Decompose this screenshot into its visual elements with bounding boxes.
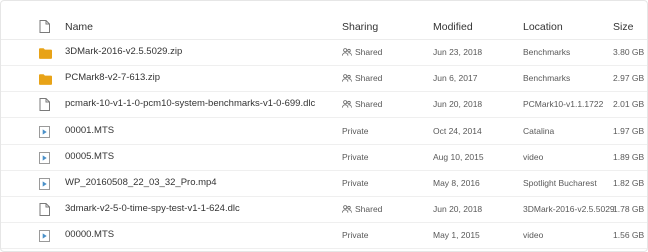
file-row[interactable]: 00005.MTS Private Aug 10, 2015 video 1.8… (1, 144, 647, 171)
sharing-status: Shared (342, 65, 382, 91)
sharing-label: Shared (355, 204, 383, 215)
file-size: 3.80 GB (613, 47, 645, 57)
file-list-panel: Name Sharing Modified Location Size 3DMa… (0, 0, 648, 252)
column-header-sharing[interactable]: Sharing (342, 21, 378, 33)
sharing-status: Private (342, 118, 368, 144)
file-location[interactable]: video (523, 222, 543, 248)
file-name[interactable]: 3DMark-2016-v2.5.5029.zip (65, 39, 182, 65)
document-icon (39, 98, 52, 112)
document-icon (39, 203, 52, 217)
shared-people-icon (342, 74, 352, 82)
file-row[interactable]: 00000.MTS Private May 1, 2015 video 1.56… (1, 222, 647, 250)
sharing-label: Shared (355, 73, 383, 84)
file-location[interactable]: 3DMark-2016-v2.5.5029 (523, 196, 615, 222)
modified-date: Jun 20, 2018 (433, 204, 483, 215)
sharing-label: Private (342, 230, 369, 241)
sharing-label: Shared (355, 99, 383, 110)
sharing-label: Private (342, 125, 369, 136)
file-location[interactable]: PCMark10-v1.1.1722 (523, 91, 603, 117)
file-name[interactable]: WP_20160508_22_03_32_Pro.mp4 (65, 170, 217, 196)
sharing-status: Private (342, 170, 368, 196)
file-size: 2.97 GB (613, 73, 645, 84)
file-name[interactable]: PCMark8-v2-7-613.zip (65, 65, 160, 91)
file-size: 1.97 GB (613, 125, 645, 136)
column-header-name[interactable]: Name (65, 21, 93, 33)
column-header-modified[interactable]: Modified (433, 21, 473, 33)
sharing-label: Private (342, 151, 369, 162)
sharing-status: Shared (342, 196, 382, 222)
modified-date: May 8, 2016 (433, 178, 480, 188)
file-name[interactable]: 3dmark-v2-5-0-time-spy-test-v1-1-624.dlc (65, 196, 240, 222)
file-list-header: Name Sharing Modified Location Size (1, 1, 647, 40)
sharing-status: Shared (342, 91, 382, 117)
sharing-status: Shared (342, 39, 382, 65)
file-location[interactable]: Catalina (523, 118, 554, 144)
modified-date: May 1, 2015 (433, 230, 480, 241)
video-file-icon (39, 177, 52, 190)
file-type-header-icon[interactable] (39, 20, 52, 33)
column-header-location[interactable]: Location (523, 21, 563, 33)
file-size: 1.56 GB (613, 230, 645, 241)
shared-people-icon (342, 205, 352, 213)
shared-people-icon (342, 48, 352, 56)
file-size: 1.89 GB (613, 151, 645, 162)
file-size: 2.01 GB (613, 99, 645, 110)
modified-date: Jun 20, 2018 (433, 99, 483, 110)
file-row[interactable]: 00001.MTS Private Oct 24, 2014 Catalina … (1, 118, 647, 145)
file-row[interactable]: pcmark-10-v1-1-0-pcm10-system-benchmarks… (1, 91, 647, 119)
column-header-size[interactable]: Size (613, 21, 633, 33)
file-location[interactable]: video (523, 144, 543, 170)
file-size: 1.78 GB (613, 204, 645, 215)
video-file-icon (39, 125, 52, 138)
video-file-icon (39, 229, 52, 243)
file-row[interactable]: PCMark8-v2-7-613.zip Shared Jun 6, 2017 … (1, 65, 647, 93)
file-name[interactable]: 00000.MTS (65, 222, 114, 248)
sharing-label: Shared (355, 47, 383, 57)
file-name[interactable]: 00005.MTS (65, 144, 114, 170)
file-name[interactable]: 00001.MTS (65, 118, 114, 144)
file-row[interactable]: 3dmark-v2-5-0-time-spy-test-v1-1-624.dlc… (1, 196, 647, 224)
file-size: 1.82 GB (613, 178, 645, 188)
file-location[interactable]: Benchmarks (523, 65, 570, 91)
video-file-icon (39, 151, 52, 164)
sharing-status: Private (342, 222, 368, 248)
sharing-status: Private (342, 144, 368, 170)
file-row[interactable]: 3DMark-2016-v2.5.5029.zip Shared Jun 23,… (1, 39, 647, 66)
file-row[interactable]: WP_20160508_22_03_32_Pro.mp4 Private May… (1, 170, 647, 197)
modified-date: Jun 23, 2018 (433, 47, 483, 57)
modified-date: Aug 10, 2015 (433, 151, 484, 162)
sharing-label: Private (342, 178, 369, 188)
folder-zip-icon (39, 72, 52, 85)
modified-date: Oct 24, 2014 (433, 125, 482, 136)
modified-date: Jun 6, 2017 (433, 73, 478, 84)
file-location[interactable]: Benchmarks (523, 39, 570, 65)
shared-people-icon (342, 100, 352, 109)
folder-zip-icon (39, 46, 52, 59)
file-name[interactable]: pcmark-10-v1-1-0-pcm10-system-benchmarks… (65, 91, 315, 117)
file-location[interactable]: Spotlight Bucharest (523, 170, 597, 196)
